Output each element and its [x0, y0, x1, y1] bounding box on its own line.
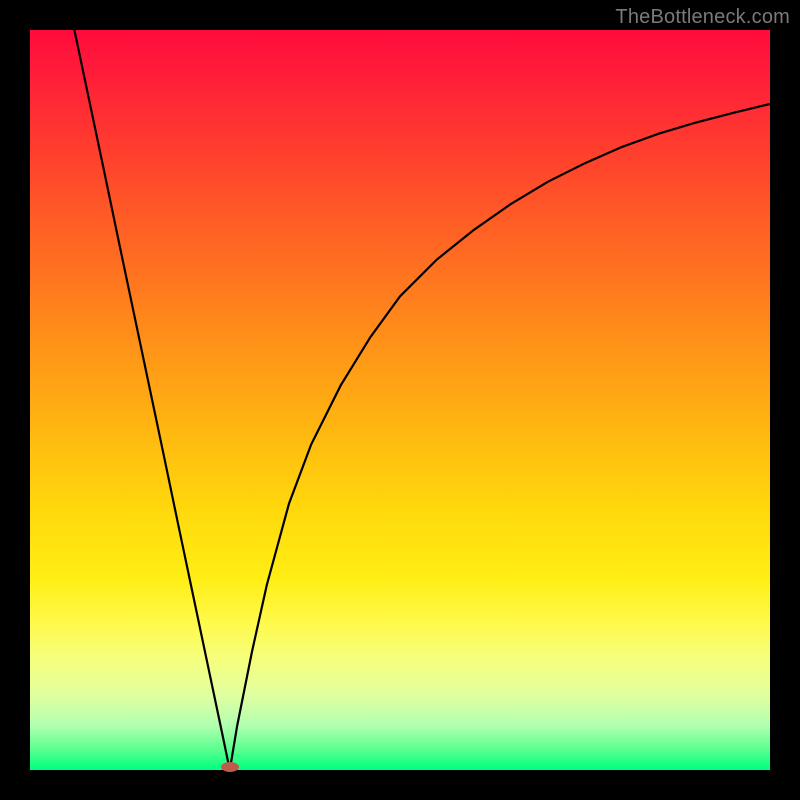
plot-area	[30, 30, 770, 770]
minimum-marker	[221, 762, 239, 772]
curve-right-branch	[230, 104, 770, 770]
watermark-text: TheBottleneck.com	[615, 6, 790, 29]
curve-left-branch	[74, 30, 229, 770]
chart-container: TheBottleneck.com	[0, 0, 800, 800]
curve-svg	[30, 30, 770, 770]
